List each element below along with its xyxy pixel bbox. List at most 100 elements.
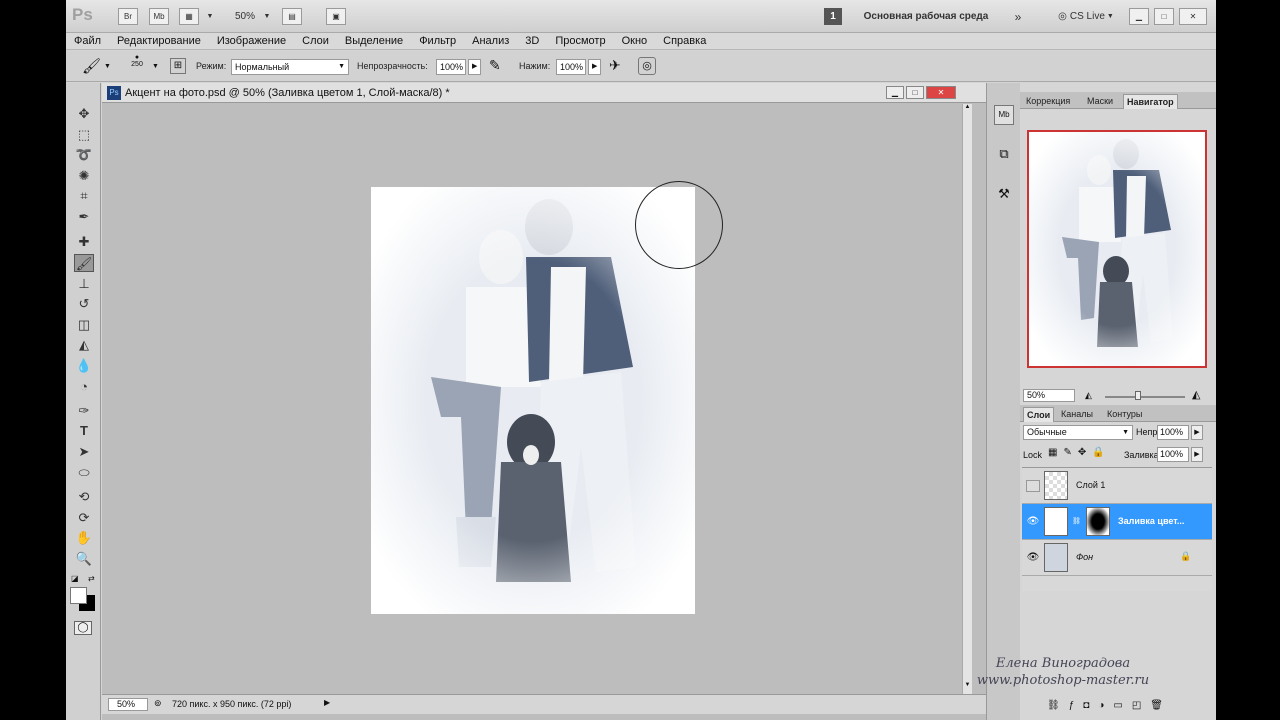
menu-view[interactable]: Просмотр [555, 35, 605, 47]
new-group-icon[interactable]: ▭ [1113, 700, 1131, 711]
minibridge-button[interactable]: Mb [149, 8, 169, 25]
trash-icon[interactable]: 🗑 [1150, 700, 1172, 711]
clone-stamp-tool-icon[interactable]: ⊥ [74, 275, 94, 293]
tablet-pressure-icon[interactable]: ◎ [638, 57, 656, 75]
visibility-toggle[interactable] [1026, 480, 1040, 492]
flow-input[interactable]: 100% [556, 59, 586, 75]
cs-live-button[interactable]: ◎ CS Live ▼ [1051, 8, 1121, 25]
pen-tool-icon[interactable]: ✑ [74, 402, 94, 420]
zoom-tool-icon[interactable]: 🔍 [74, 550, 94, 568]
doc-minimize-button[interactable]: ▁ [886, 86, 904, 99]
screen-mode-button[interactable]: ▣ [326, 8, 346, 25]
ellipse-tool-icon[interactable]: ⬭ [74, 464, 94, 482]
path-select-tool-icon[interactable]: ➤ [74, 443, 94, 461]
brush-preset-picker[interactable]: ● 250 [129, 54, 145, 68]
airbrush-icon[interactable]: ✈ [609, 57, 621, 74]
layer-row-selected[interactable]: 👁 ⛓ Заливка цвет... [1022, 504, 1212, 540]
swap-colors-icon[interactable]: ⇄ [88, 574, 95, 583]
menu-select[interactable]: Выделение [345, 35, 403, 47]
tab-masks[interactable]: Маски [1084, 94, 1116, 109]
workspace-number[interactable]: 1 [824, 8, 842, 25]
tab-channels[interactable]: Каналы [1058, 407, 1096, 422]
navigator-zoom-slider[interactable] [1105, 396, 1185, 398]
doc-maximize-button[interactable]: □ [906, 86, 924, 99]
tools-presets-icon[interactable]: ⚒ [994, 185, 1014, 205]
crop-tool-icon[interactable]: ⌗ [74, 187, 94, 205]
navigator-preview[interactable] [1027, 130, 1207, 368]
layer-blend-mode-select[interactable]: Обычные ▼ [1023, 425, 1133, 440]
navigator-zoom-field[interactable]: 50% [1023, 389, 1075, 402]
paint-bucket-tool-icon[interactable]: ◭ [74, 336, 94, 354]
menu-layers[interactable]: Слои [302, 35, 329, 47]
vertical-scrollbar[interactable]: ▲ ▼ [962, 104, 972, 694]
zoom-slider-handle[interactable] [1135, 391, 1141, 400]
menu-analysis[interactable]: Анализ [472, 35, 509, 47]
chevron-down-icon[interactable]: ▼ [206, 8, 214, 25]
workspace-label[interactable]: Основная рабочая среда [856, 8, 996, 25]
flow-slider-button[interactable]: ▶ [588, 59, 601, 75]
move-tool-icon[interactable]: ✥ [74, 105, 94, 123]
layer-fill-input[interactable]: 100% [1157, 447, 1189, 462]
history-panel-icon[interactable]: ⧉ [994, 145, 1014, 165]
new-layer-icon[interactable]: ◰ [1132, 700, 1150, 711]
menu-window[interactable]: Окно [622, 35, 648, 47]
brush-panel-icon[interactable]: ⊞ [170, 58, 186, 74]
quick-mask-icon[interactable]: ◯ [74, 621, 92, 635]
opacity-input[interactable]: 100% [436, 59, 466, 75]
menu-filter[interactable]: Фильтр [419, 35, 456, 47]
status-info-menu-icon[interactable]: ▶ [324, 698, 330, 707]
menu-edit[interactable]: Редактирование [117, 35, 201, 47]
minimize-button[interactable]: ▁ [1129, 8, 1149, 25]
menu-file[interactable]: Файл [74, 35, 101, 47]
chevron-down-icon[interactable]: ▼ [263, 8, 271, 25]
layer-mask-thumbnail[interactable] [1086, 507, 1110, 536]
marquee-tool-icon[interactable]: ⬚ [74, 126, 94, 144]
foreground-color-swatch[interactable] [70, 587, 87, 604]
bridge-button[interactable]: Br [118, 8, 138, 25]
layer-opacity-input[interactable]: 100% [1157, 425, 1189, 440]
scroll-up-icon[interactable]: ▲ [963, 104, 972, 116]
3d-rotate-tool-icon[interactable]: ⟲ [74, 488, 94, 506]
fx-icon[interactable]: ƒ [1069, 700, 1084, 711]
lock-icons[interactable]: ▦✎✥🔒 [1048, 447, 1111, 458]
eye-icon[interactable]: 👁 [1026, 516, 1040, 528]
type-tool-icon[interactable]: T [74, 422, 94, 440]
chevron-down-icon[interactable]: ▼ [104, 63, 111, 70]
tab-navigator[interactable]: Навигатор [1123, 94, 1178, 109]
zoom-in-icon[interactable]: ◭ [1192, 388, 1200, 401]
brush-tool-icon[interactable]: 🖌 [74, 254, 94, 272]
eyedropper-tool-icon[interactable]: ✒ [74, 208, 94, 226]
zoom-out-icon[interactable]: ◭ [1085, 390, 1092, 401]
link-layers-icon[interactable]: ⛓ [1047, 700, 1069, 711]
history-brush-tool-icon[interactable]: ↺ [74, 295, 94, 313]
doc-close-button[interactable]: ✕ [926, 86, 956, 99]
adjustment-layer-icon[interactable]: ◑ [1098, 700, 1113, 711]
menu-help[interactable]: Справка [663, 35, 706, 47]
healing-brush-tool-icon[interactable]: ✚ [74, 233, 94, 251]
hand-tool-icon[interactable]: ✋ [74, 529, 94, 547]
menu-3d[interactable]: 3D [525, 35, 539, 47]
layer-row[interactable]: 👁 Фон 🔒 [1022, 540, 1212, 576]
quick-select-tool-icon[interactable]: ✺ [74, 167, 94, 185]
document-tab[interactable]: Ps Акцент на фото.psd @ 50% (Заливка цвет… [102, 83, 986, 103]
lasso-tool-icon[interactable]: ➰ [74, 146, 94, 164]
blur-tool-icon[interactable]: 💧 [74, 357, 94, 375]
arrange-documents-button[interactable]: ▤ [282, 8, 302, 25]
chevron-down-icon[interactable]: ▼ [152, 63, 159, 70]
tab-layers[interactable]: Слои [1023, 407, 1055, 422]
blend-mode-select[interactable]: Нормальный ▼ [231, 59, 349, 75]
link-icon[interactable]: ⛓ [1072, 517, 1081, 525]
opacity-slider-button[interactable]: ▶ [468, 59, 481, 75]
layer-fill-slider-button[interactable]: ▶ [1191, 447, 1203, 462]
maximize-button[interactable]: □ [1154, 8, 1174, 25]
menu-image[interactable]: Изображение [217, 35, 286, 47]
status-menu-icon[interactable]: ⊚ [154, 698, 162, 709]
layer-opacity-slider-button[interactable]: ▶ [1191, 425, 1203, 440]
3d-orbit-tool-icon[interactable]: ⟳ [74, 509, 94, 527]
layer-row[interactable]: Слой 1 [1022, 468, 1212, 504]
more-workspaces-icon[interactable]: » [1011, 8, 1025, 25]
pressure-opacity-icon[interactable]: ✎ [489, 57, 501, 74]
eye-icon[interactable]: 👁 [1026, 552, 1040, 564]
brush-tool-icon[interactable]: 🖌 [82, 57, 101, 75]
default-colors-icon[interactable]: ◪ [71, 574, 79, 583]
